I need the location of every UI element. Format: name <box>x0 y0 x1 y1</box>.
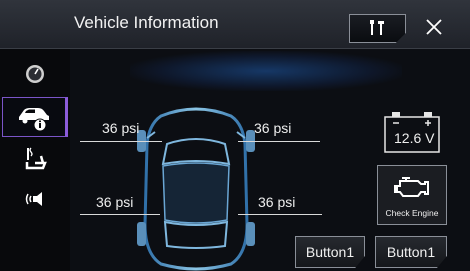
sidebar <box>0 49 70 271</box>
tire-leader-line <box>80 214 160 215</box>
sound-icon <box>25 192 42 206</box>
tire-pressure-front-left: 36 psi <box>102 120 140 136</box>
sidebar-item-seat-heat[interactable] <box>0 141 70 177</box>
check-engine-button[interactable]: Check Engine <box>377 165 447 225</box>
button1-right[interactable]: Button1 <box>375 236 447 268</box>
engine-icon <box>394 177 429 197</box>
main-panel: 36 psi 36 psi 36 psi 36 psi 12.6 V Check… <box>70 49 470 271</box>
page-title: Vehicle Information <box>74 13 219 32</box>
tire-pressure-front-right: 36 psi <box>254 120 292 136</box>
tire-pressure-rear-left: 36 psi <box>96 194 134 210</box>
header-bar: Vehicle Information <box>0 0 470 49</box>
car-top-view-image <box>137 107 255 271</box>
tire-leader-line <box>238 141 320 142</box>
sidebar-item-gauge[interactable] <box>0 57 70 91</box>
check-engine-label: Check Engine <box>385 208 439 218</box>
seat-heat-icon <box>25 147 47 170</box>
tools-button[interactable] <box>349 14 406 43</box>
tire-leader-line <box>238 214 322 215</box>
tire-leader-line <box>80 141 162 142</box>
tire-pressure-rear-right: 36 psi <box>258 194 296 210</box>
vehicle-info-screen: Vehicle Information 36 psi 36 psi 36 psi… <box>0 0 470 271</box>
sidebar-item-sound[interactable] <box>0 181 70 217</box>
sidebar-item-vehicle-info[interactable] <box>2 97 68 137</box>
battery-voltage: 12.6 V <box>394 130 435 146</box>
close-button[interactable] <box>420 13 448 41</box>
battery-status: 12.6 V <box>384 111 440 153</box>
tools-icon <box>370 20 384 35</box>
gauge-icon <box>26 65 44 83</box>
car-info-icon <box>19 108 49 131</box>
display-glow <box>130 51 402 91</box>
close-icon <box>426 19 442 35</box>
button1-left[interactable]: Button1 <box>295 236 365 268</box>
